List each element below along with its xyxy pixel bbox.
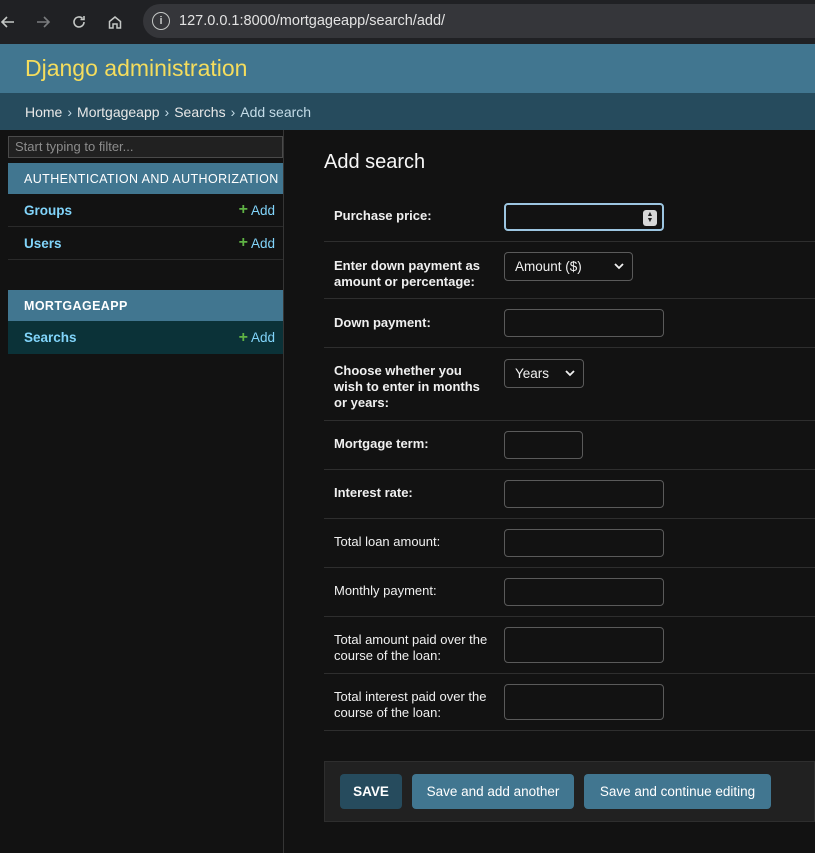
form-row-total-paid: Total amount paid over the course of the… xyxy=(324,617,815,674)
interest-rate-input[interactable] xyxy=(504,480,664,508)
number-spinner-icon[interactable]: ▲ ▼ xyxy=(643,210,657,226)
form-row-mortgage-term: Mortgage term: xyxy=(324,421,815,470)
save-and-add-another-button[interactable]: Save and add another xyxy=(412,774,574,809)
form-row-total-loan: Total loan amount: xyxy=(324,519,815,568)
sidebar-item-users: Users + Add xyxy=(8,227,283,260)
plus-icon: + xyxy=(238,234,248,251)
url-text: 127.0.0.1:8000/mortgageapp/search/add/ xyxy=(179,13,446,29)
add-users-link[interactable]: + Add xyxy=(239,234,275,252)
sidebar-item-label[interactable]: Searchs xyxy=(24,330,77,345)
submit-row: SAVE Save and add another Save and conti… xyxy=(324,761,815,822)
site-name[interactable]: Django administration xyxy=(25,55,247,82)
site-info-icon[interactable]: i xyxy=(152,12,170,30)
form-row-purchase-price: Purchase price: ▲ ▼ xyxy=(324,192,815,242)
breadcrumb-model[interactable]: Searchs xyxy=(174,104,225,120)
back-icon[interactable] xyxy=(0,10,20,34)
purchase-price-input[interactable]: ▲ ▼ xyxy=(504,203,664,231)
down-payment-type-label: Enter down payment as amount or percenta… xyxy=(334,258,480,289)
save-button[interactable]: SAVE xyxy=(340,774,402,809)
add-groups-link[interactable]: + Add xyxy=(239,201,275,219)
total-paid-input[interactable] xyxy=(504,627,664,663)
select-value: Amount ($) xyxy=(515,259,582,274)
sidebar-item-label[interactable]: Groups xyxy=(24,203,72,218)
total-interest-input[interactable] xyxy=(504,684,664,720)
add-searchs-link[interactable]: + Add xyxy=(239,329,275,347)
form-row-monthly-payment: Monthly payment: xyxy=(324,568,815,617)
module-caption[interactable]: MORTGAGEAPP xyxy=(8,290,283,321)
plus-icon: + xyxy=(238,201,248,218)
monthly-payment-input[interactable] xyxy=(504,578,664,606)
breadcrumb-current: Add search xyxy=(240,103,312,120)
purchase-price-label: Purchase price: xyxy=(334,208,432,223)
breadcrumb-separator: › xyxy=(230,103,236,120)
save-and-continue-button[interactable]: Save and continue editing xyxy=(584,774,771,809)
sidebar-filter-input[interactable]: Start typing to filter... xyxy=(8,136,283,158)
sidebar-item-groups: Groups + Add xyxy=(8,194,283,227)
reload-icon[interactable] xyxy=(67,10,91,34)
sidebar-item-label[interactable]: Users xyxy=(24,236,62,251)
breadcrumb-separator: › xyxy=(164,103,170,120)
forward-icon[interactable] xyxy=(31,10,55,34)
select-value: Years xyxy=(515,366,550,381)
down-payment-input[interactable] xyxy=(504,309,664,337)
down-payment-label: Down payment: xyxy=(334,315,431,330)
monthly-payment-label: Monthly payment: xyxy=(334,583,437,598)
total-paid-label: Total amount paid over the course of the… xyxy=(334,632,488,663)
module-auth: AUTHENTICATION AND AUTHORIZATION Groups … xyxy=(8,163,283,260)
interest-rate-label: Interest rate: xyxy=(334,485,413,500)
browser-toolbar: i 127.0.0.1:8000/mortgageapp/search/add/ xyxy=(0,0,815,44)
module-mortgageapp: MORTGAGEAPP Searchs + Add xyxy=(8,290,283,354)
form-row-down-payment: Down payment: xyxy=(324,299,815,348)
admin-header: Django administration xyxy=(0,44,815,93)
breadcrumb: Home › Mortgageapp › Searchs › Add searc… xyxy=(0,93,815,130)
term-unit-label: Choose whether you wish to enter in mont… xyxy=(334,363,480,410)
chevron-down-icon xyxy=(614,263,624,270)
down-payment-type-select[interactable]: Amount ($) xyxy=(504,252,633,281)
total-loan-label: Total loan amount: xyxy=(334,534,441,549)
breadcrumb-separator: › xyxy=(67,103,73,120)
sidebar-item-searchs: Searchs + Add xyxy=(8,321,283,354)
address-bar[interactable]: i 127.0.0.1:8000/mortgageapp/search/add/ xyxy=(143,4,815,38)
term-unit-select[interactable]: Years xyxy=(504,359,584,388)
total-interest-label: Total interest paid over the course of t… xyxy=(334,689,487,720)
form-row-total-interest: Total interest paid over the course of t… xyxy=(324,674,815,731)
main-content: Add search Purchase price: ▲ ▼ Enter down… xyxy=(285,130,815,853)
breadcrumb-home[interactable]: Home xyxy=(25,104,62,120)
home-icon[interactable] xyxy=(103,10,127,34)
plus-icon: + xyxy=(238,328,248,346)
mortgage-term-input[interactable] xyxy=(504,431,583,459)
form-row-down-payment-type: Enter down payment as amount or percenta… xyxy=(324,242,815,299)
chevron-down-icon xyxy=(565,370,575,377)
page-title: Add search xyxy=(324,151,426,173)
form-row-term-unit: Choose whether you wish to enter in mont… xyxy=(324,348,815,421)
mortgage-term-label: Mortgage term: xyxy=(334,436,429,451)
form-row-interest-rate: Interest rate: xyxy=(324,470,815,519)
module-caption[interactable]: AUTHENTICATION AND AUTHORIZATION xyxy=(8,163,283,194)
nav-sidebar: Start typing to filter... AUTHENTICATION… xyxy=(0,130,284,853)
total-loan-input[interactable] xyxy=(504,529,664,557)
breadcrumb-app[interactable]: Mortgageapp xyxy=(77,104,160,120)
